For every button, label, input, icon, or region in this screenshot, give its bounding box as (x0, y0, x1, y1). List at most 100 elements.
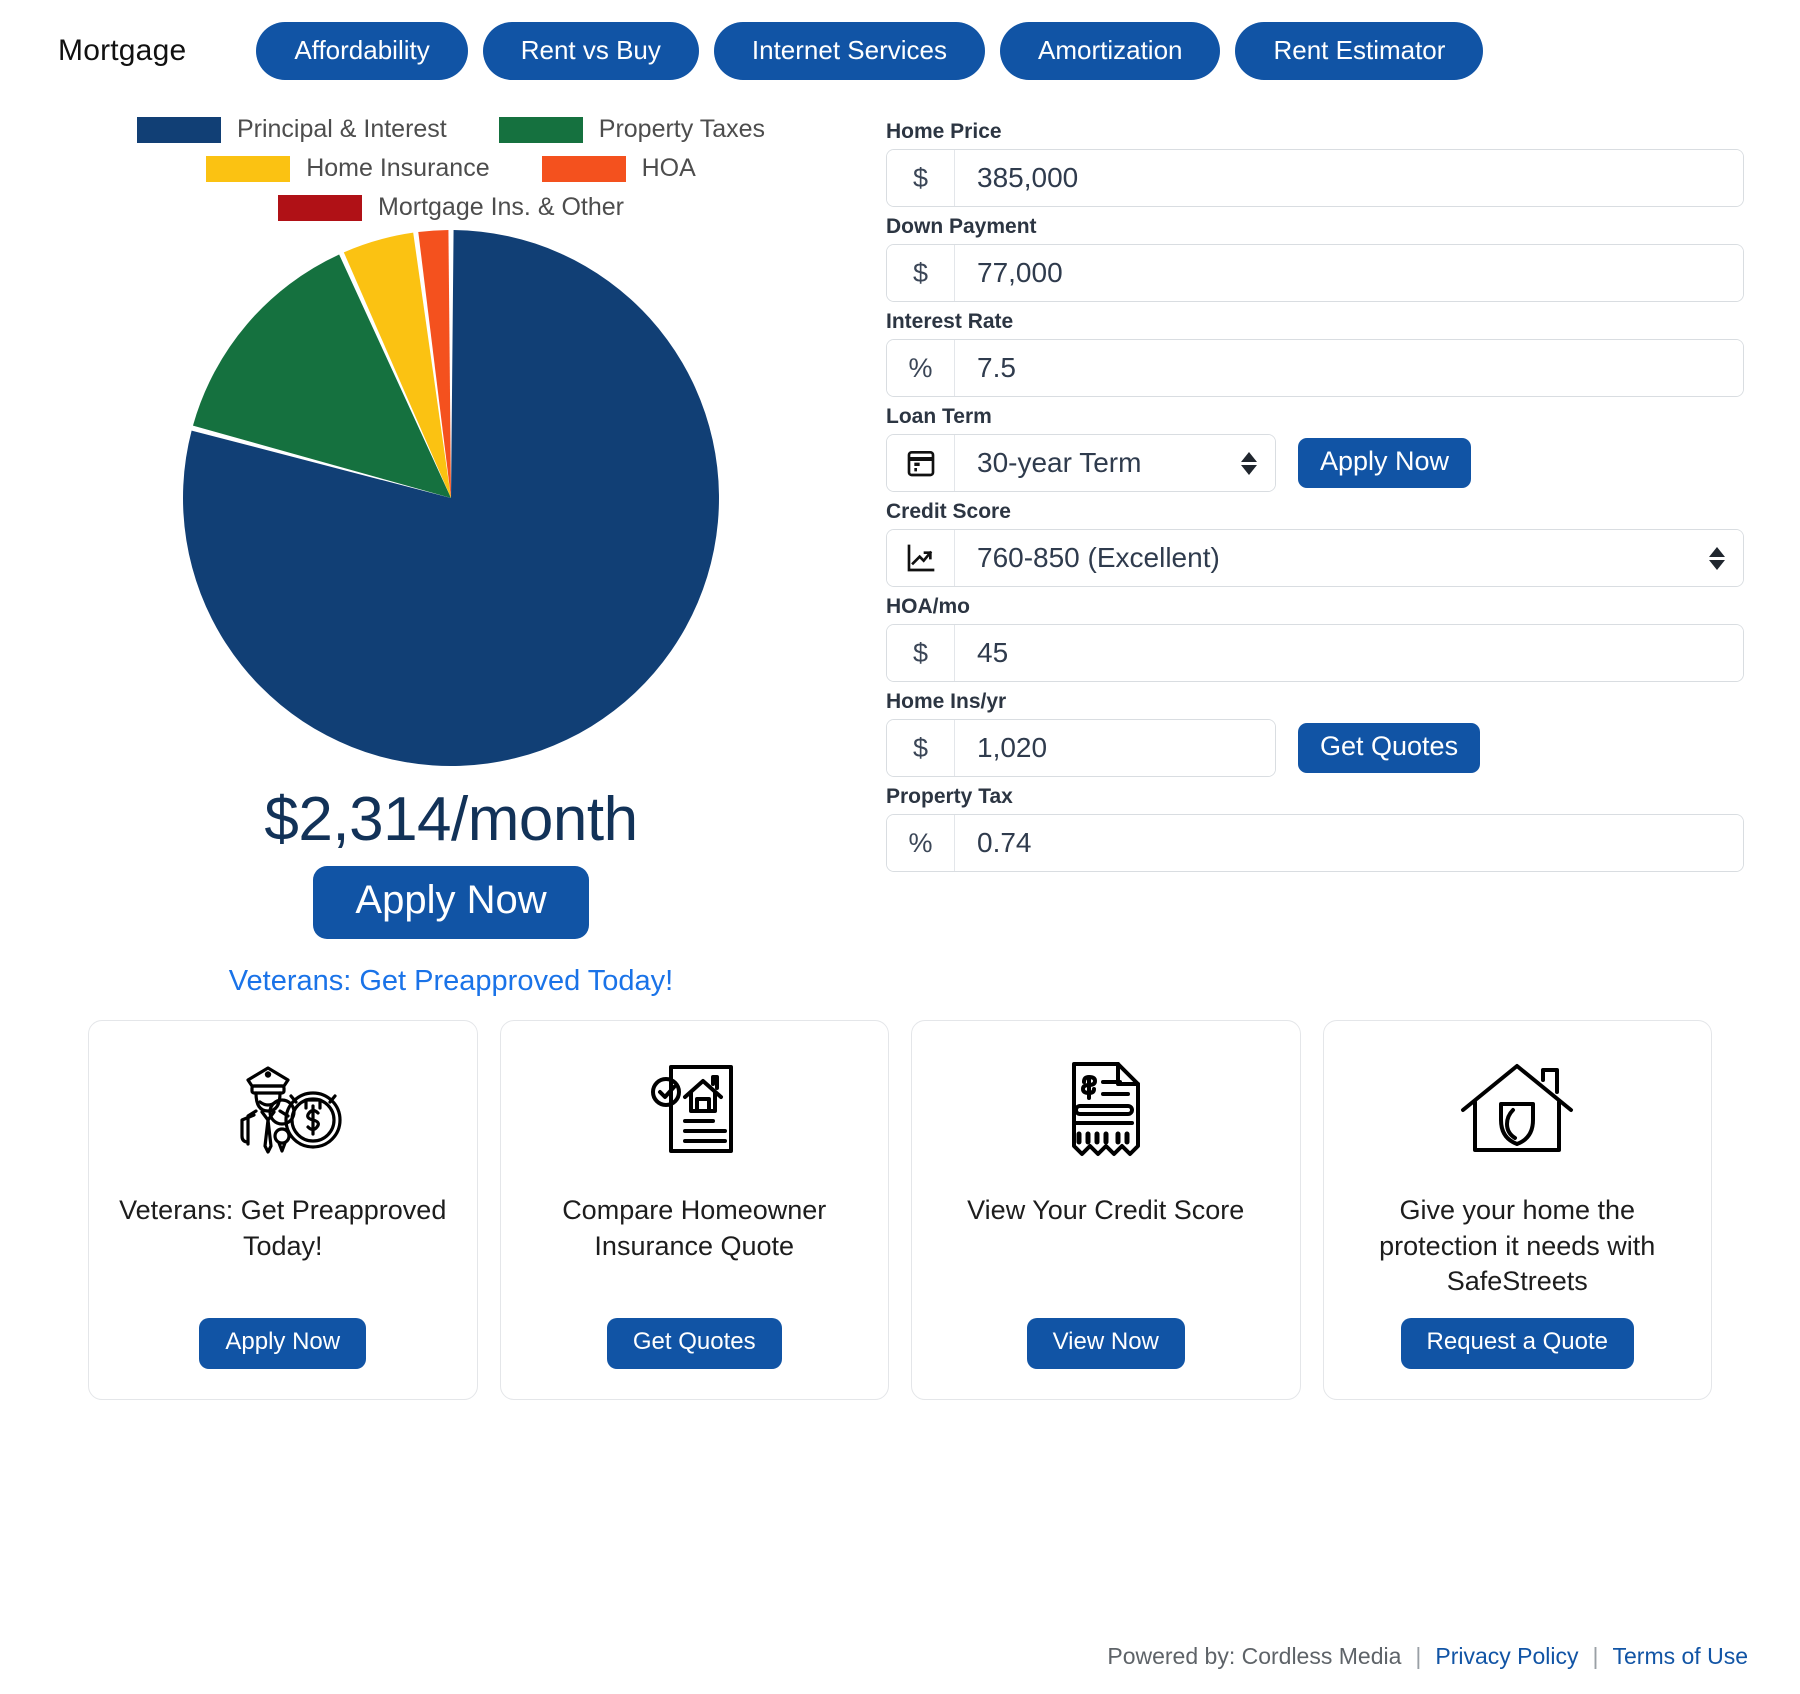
legend-item-principal-interest: Principal & Interest (136, 115, 447, 144)
row-interest-rate: % 7.5 (886, 339, 1744, 397)
chart-line-icon (887, 530, 955, 586)
promo-card-title: Veterans: Get Preapproved Today! (119, 1195, 447, 1261)
legend-item-hoa: HOA (541, 154, 696, 183)
tab-amortization[interactable]: Amortization (999, 22, 1221, 80)
page-title: Mortgage (58, 34, 187, 67)
legend-label-hoa: HOA (641, 154, 696, 182)
loan-term-select-group[interactable]: 30-year Term (886, 434, 1276, 492)
veterans-preapproved-link[interactable]: Veterans: Get Preapproved Today! (56, 965, 846, 998)
tab-rent-estimator[interactable]: Rent Estimator (1235, 22, 1484, 80)
down-payment-input[interactable]: 77,000 (955, 245, 1743, 301)
row-credit-score: 760-850 (Excellent) (886, 529, 1744, 587)
get-quotes-button-home-insurance[interactable]: Get Quotes (1298, 723, 1481, 773)
credit-score-select-group[interactable]: 760-850 (Excellent) (886, 529, 1744, 587)
field-home-insurance: Home Ins/yr $ 1,020 Get Quotes (886, 690, 1744, 777)
page-footer: Powered by: Cordless Media | Privacy Pol… (1107, 1643, 1748, 1670)
veteran-officer-icon (218, 1055, 348, 1165)
mortgage-input-form: Home Price $ 385,000 Down Payment $ 77,0… (856, 110, 1744, 998)
promo-card-home-insurance[interactable]: Compare Homeowner Insurance Quote Get Qu… (499, 1020, 889, 1401)
legend-row-2: Home Insurance HOA (86, 154, 816, 183)
legend-label-home-insurance: Home Insurance (306, 154, 490, 182)
label-hoa: HOA/mo (886, 595, 970, 618)
dollar-sign-icon: $ (887, 245, 955, 301)
field-home-price: Home Price $ 385,000 (886, 120, 1744, 207)
legend-row-3: Mortgage Ins. & Other (86, 193, 816, 222)
pie-legend: Principal & Interest Property Taxes Home… (56, 110, 846, 222)
field-loan-term: Loan Term 30-year Term Apply Now (886, 405, 1744, 492)
row-down-payment: $ 77,000 (886, 244, 1744, 302)
powered-by-text: Powered by: Cordless Media (1107, 1643, 1402, 1669)
legend-swatch-principal-interest (136, 116, 221, 143)
home-insurance-input-group[interactable]: $ 1,020 (886, 719, 1276, 777)
legend-swatch-mortgage-ins-other (278, 194, 363, 221)
app-header: Mortgage Affordability Rent vs Buy Inter… (0, 0, 1800, 80)
field-property-tax: Property Tax % 0.74 (886, 785, 1744, 872)
main-content: Principal & Interest Property Taxes Home… (0, 80, 1800, 998)
legend-swatch-home-insurance (206, 155, 291, 182)
apply-now-button-card[interactable]: Apply Now (199, 1318, 367, 1370)
payment-breakdown-pie-chart (183, 230, 720, 767)
legend-label-principal-interest: Principal & Interest (236, 115, 447, 143)
loan-term-select[interactable]: 30-year Term (955, 435, 1275, 491)
label-loan-term: Loan Term (886, 405, 992, 428)
home-insurance-input[interactable]: 1,020 (955, 720, 1275, 776)
percent-sign-icon: % (887, 815, 955, 871)
promo-card-safestreets[interactable]: Give your home the protection it needs w… (1322, 1020, 1712, 1401)
payment-summary: $2,314/month Apply Now Veterans: Get Pre… (56, 785, 846, 998)
hoa-input[interactable]: 45 (955, 625, 1743, 681)
credit-score-value: 760-850 (Excellent) (977, 542, 1220, 573)
dollar-sign-icon: $ (887, 625, 955, 681)
property-tax-input-group[interactable]: % 0.74 (886, 814, 1744, 872)
promo-card-veterans[interactable]: Veterans: Get Preapproved Today! Apply N… (88, 1020, 478, 1401)
field-hoa: HOA/mo $ 45 (886, 595, 1744, 682)
label-credit-score: Credit Score (886, 500, 1011, 523)
legend-label-mortgage-ins-other: Mortgage Ins. & Other (378, 193, 624, 221)
insurance-document-icon (641, 1055, 747, 1165)
credit-score-select[interactable]: 760-850 (Excellent) (955, 530, 1743, 586)
interest-rate-input-group[interactable]: % 7.5 (886, 339, 1744, 397)
label-home-price: Home Price (886, 120, 1002, 143)
row-property-tax: % 0.74 (886, 814, 1744, 872)
pie-chart-container (56, 228, 846, 768)
calendar-icon (887, 435, 955, 491)
home-price-input-group[interactable]: $ 385,000 (886, 149, 1744, 207)
label-down-payment: Down Payment (886, 215, 1037, 238)
promo-card-title: Give your home the protection it needs w… (1379, 1195, 1656, 1297)
apply-now-button-main[interactable]: Apply Now (313, 866, 589, 940)
select-arrows-icon (1709, 546, 1725, 570)
label-home-insurance: Home Ins/yr (886, 690, 1007, 713)
get-quotes-button-card[interactable]: Get Quotes (606, 1318, 782, 1370)
credit-report-icon (1058, 1055, 1154, 1165)
promo-card-list: Veterans: Get Preapproved Today! Apply N… (0, 998, 1800, 1401)
interest-rate-input[interactable]: 7.5 (955, 340, 1743, 396)
legend-label-property-taxes: Property Taxes (598, 115, 766, 143)
home-price-input[interactable]: 385,000 (955, 150, 1743, 206)
field-interest-rate: Interest Rate % 7.5 (886, 310, 1744, 397)
row-home-price: $ 385,000 (886, 149, 1744, 207)
apply-now-button-loan-term[interactable]: Apply Now (1298, 438, 1472, 488)
view-now-button-card[interactable]: View Now (1026, 1318, 1185, 1370)
property-tax-input[interactable]: 0.74 (955, 815, 1743, 871)
legend-item-property-taxes: Property Taxes (498, 115, 766, 144)
field-credit-score: Credit Score 760-850 (Excellent) (886, 500, 1744, 587)
monthly-payment-amount: $2,314/month (264, 785, 638, 854)
dollar-sign-icon: $ (887, 720, 955, 776)
percent-sign-icon: % (887, 340, 955, 396)
promo-card-title: Compare Homeowner Insurance Quote (562, 1195, 827, 1261)
row-home-insurance: $ 1,020 Get Quotes (886, 719, 1744, 777)
tab-rent-vs-buy[interactable]: Rent vs Buy (482, 22, 699, 80)
tab-internet-services[interactable]: Internet Services (713, 22, 985, 80)
row-loan-term: 30-year Term Apply Now (886, 434, 1744, 492)
tab-affordability[interactable]: Affordability (256, 22, 468, 80)
request-quote-button-card[interactable]: Request a Quote (1400, 1318, 1634, 1370)
row-hoa: $ 45 (886, 624, 1744, 682)
loan-term-value: 30-year Term (977, 447, 1142, 478)
promo-card-credit-score[interactable]: View Your Credit Score View Now (911, 1020, 1301, 1401)
legend-row-1: Principal & Interest Property Taxes (86, 115, 816, 144)
down-payment-input-group[interactable]: $ 77,000 (886, 244, 1744, 302)
privacy-policy-link[interactable]: Privacy Policy (1435, 1643, 1578, 1670)
promo-card-title: View Your Credit Score (967, 1195, 1245, 1226)
terms-of-use-link[interactable]: Terms of Use (1613, 1643, 1748, 1670)
label-property-tax: Property Tax (886, 785, 1013, 808)
hoa-input-group[interactable]: $ 45 (886, 624, 1744, 682)
